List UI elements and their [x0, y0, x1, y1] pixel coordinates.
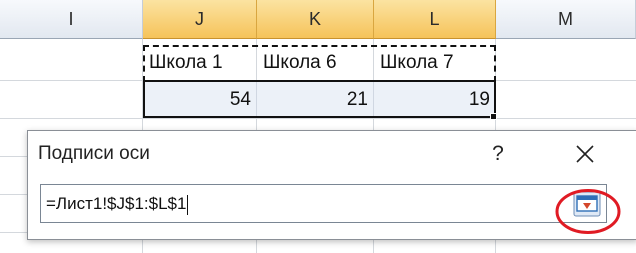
cell-k2[interactable]: 21	[257, 80, 374, 119]
copy-marquee	[143, 45, 496, 82]
column-header-k[interactable]: K	[257, 0, 374, 39]
column-header-i[interactable]: I	[0, 0, 143, 39]
close-button[interactable]	[561, 137, 609, 171]
fill-handle[interactable]	[490, 113, 497, 120]
close-icon	[576, 145, 594, 163]
column-header-l[interactable]: L	[374, 0, 496, 39]
reference-input[interactable]: =Лист1!$J$1:$L$1	[40, 184, 607, 223]
cell-j2[interactable]: 54	[143, 80, 257, 119]
dialog-title: Подписи оси	[38, 143, 150, 164]
highlight-ring	[555, 189, 621, 234]
help-button[interactable]: ?	[478, 137, 518, 171]
cell-l2[interactable]: 19	[374, 80, 496, 119]
text-caret	[187, 194, 189, 215]
axis-labels-dialog: Подписи оси ? =Лист1!$J$1:$L$1	[27, 130, 636, 240]
column-header-m[interactable]: M	[496, 0, 636, 39]
column-header-j[interactable]: J	[143, 0, 257, 39]
reference-input-value: =Лист1!$J$1:$L$1	[46, 194, 187, 213]
